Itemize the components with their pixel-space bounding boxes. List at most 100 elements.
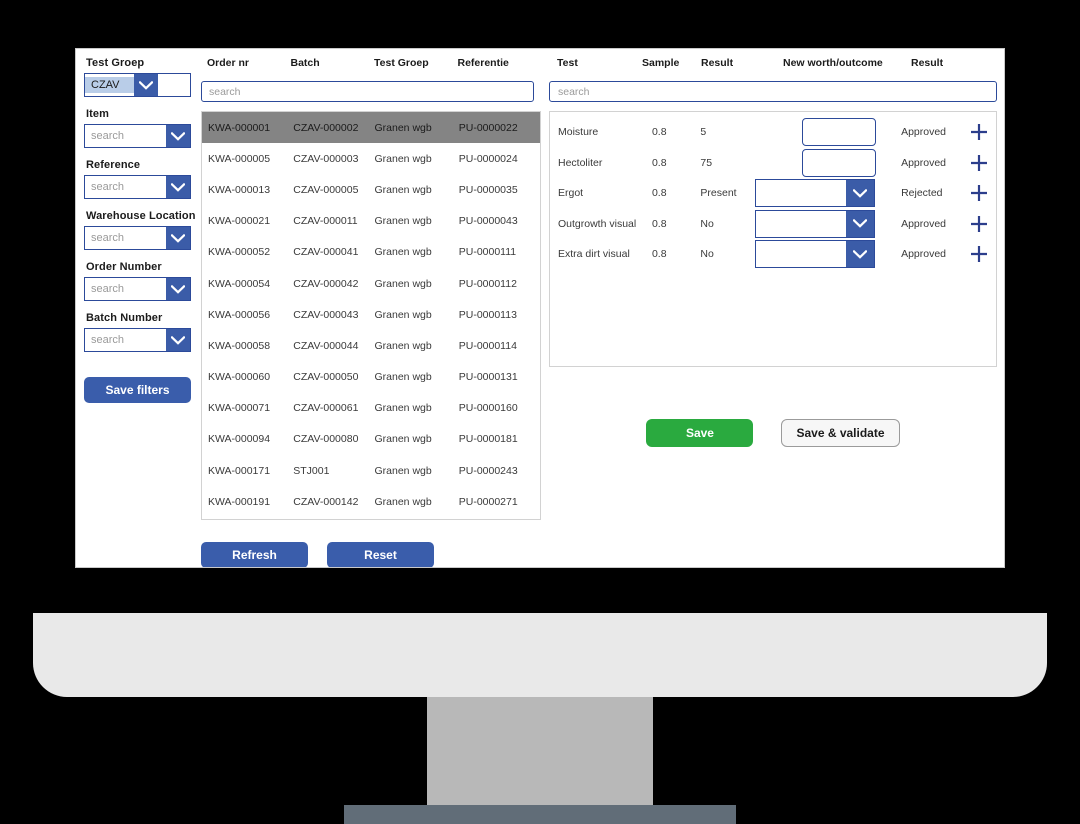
add-row-button[interactable]: [961, 122, 996, 142]
save-and-validate-button[interactable]: Save & validate: [781, 419, 900, 447]
table-row[interactable]: KWA-000060 CZAV-000050 Granen wgb PU-000013…: [202, 362, 540, 393]
cell-order-nr: KWA-000054: [208, 277, 271, 290]
table-row[interactable]: KWA-000052 CZAV-000041 Granen wgb PU-000011…: [202, 237, 540, 268]
table-row[interactable]: KWA-000056 CZAV-000043 Granen wgb PU-000011…: [202, 299, 540, 330]
cell-test-groep: Granen wgb: [374, 121, 432, 134]
save-button[interactable]: Save: [646, 419, 754, 447]
test-row: Moisture 0.8 5 Approved: [550, 117, 996, 148]
cell-result: 5: [700, 126, 707, 139]
cell-referentie: PU-0000022: [458, 121, 518, 134]
orders-search-input[interactable]: search: [201, 81, 534, 102]
cell-test-name: Hectoliter: [558, 156, 603, 169]
table-row[interactable]: KWA-000021 CZAV-000011 Granen wgb PU-000004…: [202, 206, 540, 237]
filter-group: Item search: [84, 108, 204, 148]
orders-header-order-nr: Order nr: [207, 57, 250, 69]
cell-test-groep: Granen wgb: [374, 371, 432, 384]
add-row-button[interactable]: [961, 153, 996, 173]
chevron-down-icon[interactable]: [166, 176, 190, 198]
orders-column-headers: Order nr Batch Test Groep Referentie: [201, 57, 541, 73]
filter-label: Order Number: [86, 261, 162, 273]
tests-actions: Save Save & validate: [549, 419, 997, 447]
chevron-down-icon[interactable]: [166, 125, 190, 147]
new-worth-dropdown[interactable]: [754, 209, 875, 238]
cell-outcome: Approved: [901, 156, 947, 169]
filter-dropdown[interactable]: search: [84, 226, 191, 250]
chevron-down-icon[interactable]: [166, 227, 190, 249]
test-row: Extra dirt visual 0.8 No Approved: [550, 239, 996, 270]
chevron-down-icon[interactable]: [845, 241, 874, 268]
plus-icon: [969, 122, 989, 142]
refresh-button[interactable]: Refresh: [201, 542, 308, 567]
orders-search-placeholder: search: [209, 85, 241, 98]
filter-group: Test Groep CZAV: [84, 57, 204, 97]
monitor-stand-base: [344, 805, 736, 824]
cell-test-groep: Granen wgb: [374, 183, 432, 196]
tests-search-input[interactable]: search: [549, 81, 997, 102]
cell-referentie: PU-0000271: [458, 495, 518, 508]
cell-order-nr: KWA-000013: [208, 183, 271, 196]
monitor-bezel-bottom: [33, 613, 1047, 697]
table-row[interactable]: KWA-000058 CZAV-000044 Granen wgb PU-000011…: [202, 330, 540, 361]
filter-dropdown[interactable]: search: [84, 124, 191, 148]
table-row[interactable]: KWA-000001 CZAV-000002 Granen wgb PU-000002…: [202, 112, 540, 144]
add-row-button[interactable]: [961, 183, 996, 203]
filter-dropdown[interactable]: CZAV: [84, 73, 191, 97]
filter-dropdown[interactable]: search: [84, 277, 191, 301]
cell-test-name: Outgrowth visual: [558, 217, 637, 230]
cell-referentie: PU-0000024: [458, 152, 518, 165]
table-row[interactable]: KWA-000013 CZAV-000005 Granen wgb PU-000003…: [202, 174, 540, 205]
filter-label: Warehouse Location: [86, 210, 196, 222]
filter-group: Batch Number search: [84, 312, 204, 352]
orders-table: KWA-000001 CZAV-000002 Granen wgb PU-000002…: [201, 111, 541, 520]
cell-order-nr: KWA-000060: [208, 371, 271, 384]
table-row[interactable]: KWA-000005 CZAV-000003 Granen wgb PU-000002…: [202, 143, 540, 174]
orders-header-test-groep: Test Groep: [374, 57, 429, 69]
cell-new-worth: [754, 148, 897, 177]
chevron-down-icon[interactable]: [166, 329, 190, 351]
table-row[interactable]: KWA-000191 CZAV-000142 Granen wgb PU-000027…: [202, 486, 540, 517]
cell-test-name: Moisture: [558, 126, 599, 139]
cell-order-nr: KWA-000052: [208, 246, 271, 259]
table-row[interactable]: KWA-000054 CZAV-000042 Granen wgb PU-000011…: [202, 268, 540, 299]
cell-referentie: PU-0000181: [458, 433, 518, 446]
cell-order-nr: KWA-000056: [208, 308, 271, 321]
filter-placeholder: search: [91, 232, 125, 244]
cell-referentie: PU-0000113: [458, 308, 517, 321]
table-row[interactable]: KWA-000171 STJ001 Granen wgb PU-0000243: [202, 455, 540, 486]
plus-icon: [969, 214, 989, 234]
add-row-button[interactable]: [961, 244, 996, 264]
cell-referentie: PU-0000111: [458, 246, 517, 259]
tests-header-result-outcome: Result: [911, 57, 944, 69]
filter-placeholder: search: [91, 181, 125, 193]
cell-order-nr: KWA-000094: [208, 433, 271, 446]
chevron-down-icon[interactable]: [845, 180, 874, 207]
orders-header-batch: Batch: [290, 57, 320, 69]
filter-dropdown[interactable]: search: [84, 175, 191, 199]
new-worth-text-input[interactable]: [801, 118, 876, 147]
tests-header-test: Test: [557, 57, 578, 69]
cell-order-nr: KWA-000021: [208, 215, 271, 228]
chevron-down-icon[interactable]: [845, 210, 874, 237]
cell-outcome: Approved: [901, 126, 947, 139]
cell-batch: CZAV-000043: [293, 308, 359, 321]
chevron-down-icon[interactable]: [166, 278, 190, 300]
add-row-button[interactable]: [961, 214, 996, 234]
save-filters-button[interactable]: Save filters: [84, 377, 191, 403]
tests-header-sample: Sample: [642, 57, 680, 69]
table-row[interactable]: KWA-000071 CZAV-000061 Granen wgb PU-000016…: [202, 393, 540, 424]
cell-outcome: Rejected: [901, 187, 943, 200]
cell-batch: CZAV-000061: [293, 402, 359, 415]
cell-batch: CZAV-000044: [293, 339, 359, 352]
new-worth-text-input[interactable]: [801, 148, 876, 177]
test-row: Hectoliter 0.8 75 Approved: [550, 148, 996, 179]
filter-dropdown[interactable]: search: [84, 328, 191, 352]
new-worth-dropdown[interactable]: [754, 240, 875, 269]
table-row[interactable]: KWA-000094 CZAV-000080 Granen wgb PU-000018…: [202, 424, 540, 455]
new-worth-dropdown[interactable]: [754, 179, 875, 208]
filter-group: Order Number search: [84, 261, 204, 301]
filter-value: CZAV: [85, 77, 134, 93]
reset-button[interactable]: Reset: [327, 542, 434, 567]
chevron-down-icon[interactable]: [133, 74, 158, 96]
cell-referentie: PU-0000160: [458, 402, 518, 415]
plus-icon: [969, 153, 989, 173]
